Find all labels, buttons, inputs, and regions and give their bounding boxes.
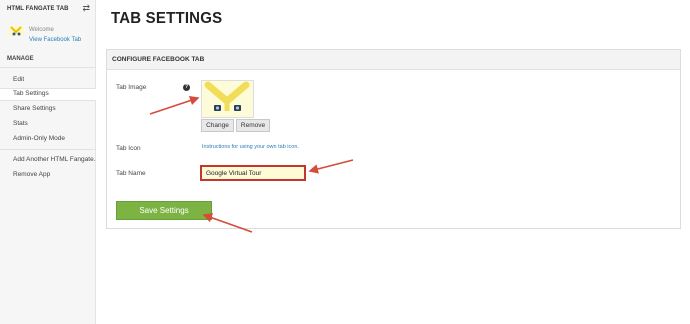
arrow-to-tab-image <box>149 95 200 115</box>
annotation-arrows <box>149 95 354 233</box>
arrow-to-tab-name <box>308 159 354 174</box>
arrow-to-save-button <box>202 213 253 233</box>
